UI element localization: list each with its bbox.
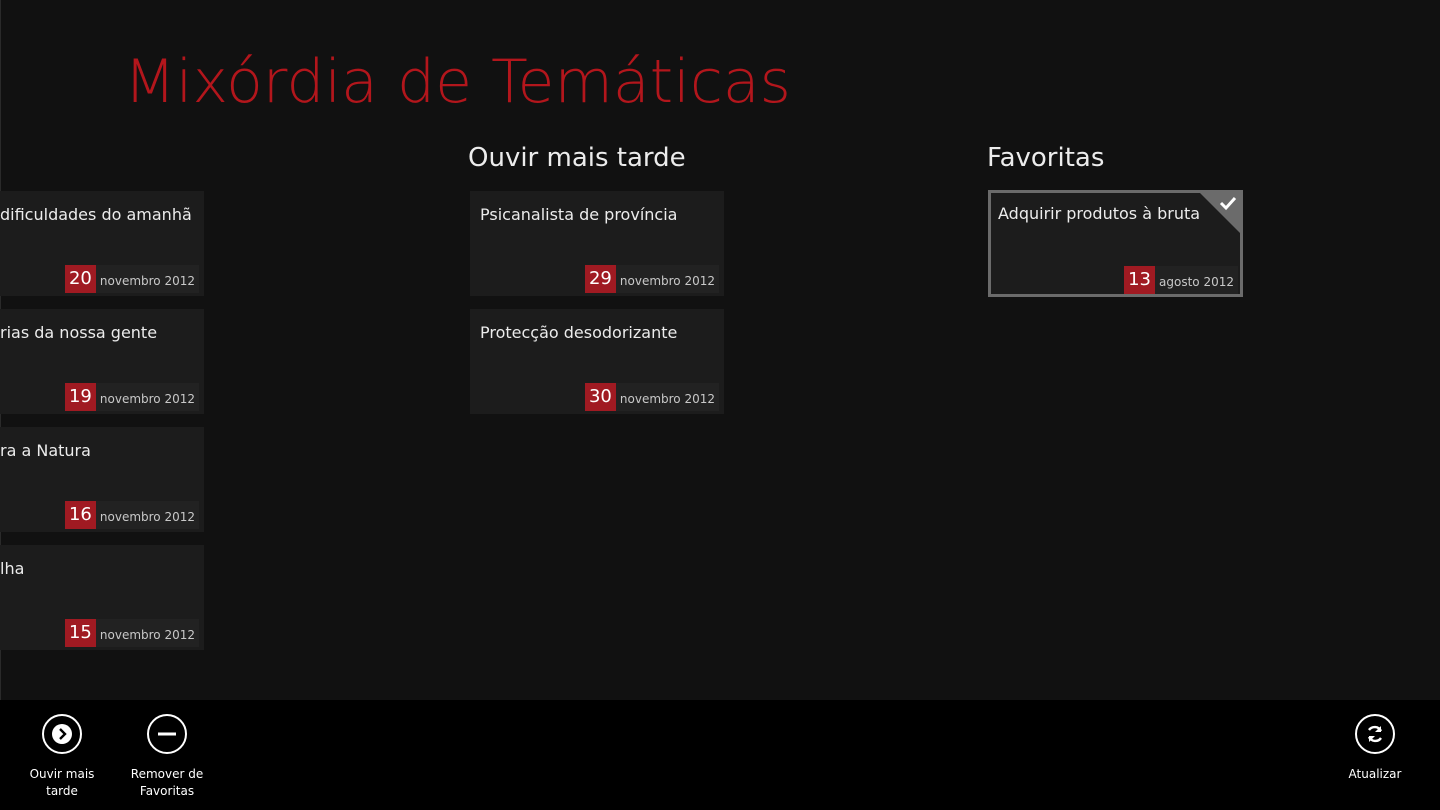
date-day: 13 <box>1124 266 1156 294</box>
remove-favorites-label: Remover de Favoritas <box>130 767 204 798</box>
date-month-year: novembro 2012 <box>619 274 715 288</box>
listen-later-button[interactable]: Ouvir mais tarde <box>12 714 112 800</box>
item-title: rias da nossa gente <box>0 323 158 342</box>
list-item-selected[interactable]: Adquirir produtos à bruta 13 agosto 2012 <box>988 190 1243 297</box>
list-item[interactable]: ra a Natura 16 novembro 2012 <box>0 427 204 532</box>
date-day: 30 <box>584 383 616 411</box>
date-day: 19 <box>64 383 96 411</box>
checkmark-icon <box>1219 196 1237 211</box>
date-month-year: novembro 2012 <box>99 628 195 642</box>
refresh-label: Atualizar <box>1348 767 1402 781</box>
list-item[interactable]: rias da nossa gente 19 novembro 2012 <box>0 309 204 414</box>
list-item[interactable]: Protecção desodorizante 30 novembro 2012 <box>470 309 724 414</box>
date-badge: 16 novembro 2012 <box>64 501 199 529</box>
group-header-favorites[interactable]: Favoritas <box>987 140 1104 176</box>
date-month-year: novembro 2012 <box>619 392 715 406</box>
remove-favorites-button[interactable]: Remover de Favoritas <box>117 714 217 800</box>
date-month-year: novembro 2012 <box>99 510 195 524</box>
list-item[interactable]: Psicanalista de província 29 novembro 20… <box>470 191 724 296</box>
refresh-icon <box>1355 714 1395 754</box>
page-title: Mixórdia de Temáticas <box>124 47 791 117</box>
chevron-right-circle-icon <box>42 714 82 754</box>
app-window: Mixórdia de Temáticas dificuldades do am… <box>0 0 1440 810</box>
minus-circle-icon <box>147 714 187 754</box>
date-badge: 19 novembro 2012 <box>64 383 199 411</box>
date-month-year: novembro 2012 <box>99 392 195 406</box>
item-title: dificuldades do amanhã <box>0 205 192 224</box>
date-day: 29 <box>584 265 616 293</box>
item-title: ra a Natura <box>0 441 91 460</box>
item-title: Psicanalista de província <box>480 205 678 224</box>
refresh-button[interactable]: Atualizar <box>1325 714 1425 783</box>
item-title: lha <box>0 559 25 578</box>
date-month-year: agosto 2012 <box>1159 275 1234 289</box>
item-title: Protecção desodorizante <box>480 323 678 342</box>
date-badge: 30 novembro 2012 <box>584 383 719 411</box>
item-title: Adquirir produtos à bruta <box>998 204 1201 223</box>
date-month-year: novembro 2012 <box>99 274 195 288</box>
date-day: 20 <box>64 265 96 293</box>
date-badge: 20 novembro 2012 <box>64 265 199 293</box>
date-badge: 29 novembro 2012 <box>584 265 719 293</box>
list-item[interactable]: dificuldades do amanhã 20 novembro 2012 <box>0 191 204 296</box>
date-day: 15 <box>64 619 96 647</box>
date-badge: 15 novembro 2012 <box>64 619 199 647</box>
date-badge: 13 agosto 2012 <box>1124 266 1238 294</box>
app-bar: Ouvir mais tarde Remover de Favoritas At… <box>0 700 1440 810</box>
group-header-listen-later[interactable]: Ouvir mais tarde <box>468 140 686 176</box>
date-day: 16 <box>64 501 96 529</box>
list-item[interactable]: lha 15 novembro 2012 <box>0 545 204 650</box>
listen-later-label: Ouvir mais tarde <box>29 767 95 798</box>
